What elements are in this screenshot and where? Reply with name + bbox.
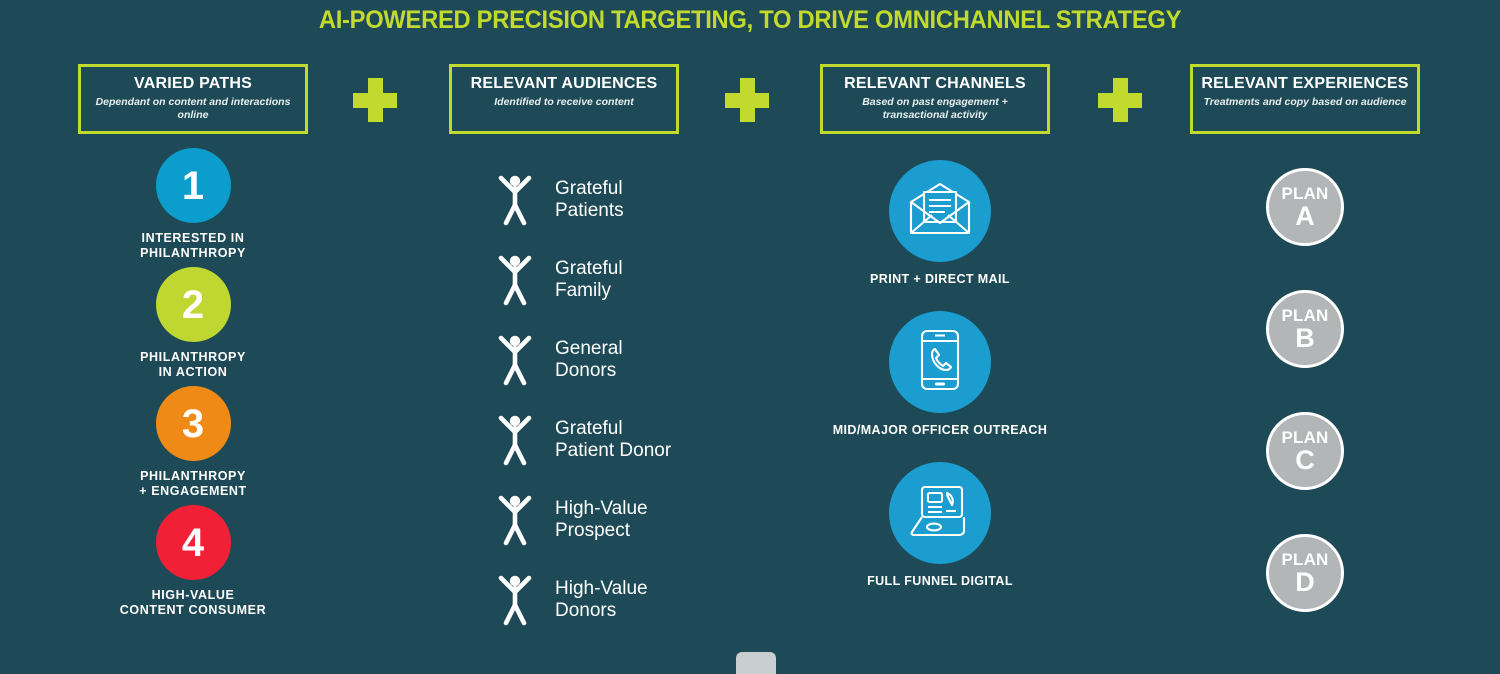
plan-word: PLAN — [1281, 183, 1329, 203]
header-box-relevant-experiences: RELEVANT EXPERIENCES Treatments and copy… — [1190, 64, 1420, 134]
audience-label: High-Value Prospect — [555, 498, 648, 541]
channel-item: FULL FUNNEL DIGITAL — [800, 462, 1080, 588]
header-subtitle: Identified to receive content — [494, 95, 634, 108]
relevant-experiences-column: PLAN A PLAN B PLAN C PLAN D — [1190, 168, 1420, 656]
plan-badge: PLAN D — [1266, 534, 1344, 612]
person-raised-arms-icon — [495, 250, 541, 311]
header-box-relevant-audiences: RELEVANT AUDIENCES Identified to receive… — [449, 64, 679, 134]
path-item: 2 PHILANTHROPY IN ACTION — [78, 267, 308, 380]
header-subtitle: Treatments and copy based on audience — [1203, 95, 1407, 108]
person-raised-arms-icon — [495, 170, 541, 231]
plan-word: PLAN — [1281, 305, 1329, 325]
channel-item: MID/MAJOR OFFICER OUTREACH — [800, 311, 1080, 437]
path-item: 4 HIGH-VALUE CONTENT CONSUMER — [78, 505, 308, 618]
person-raised-arms-icon — [495, 410, 541, 471]
person-raised-arms-icon — [495, 330, 541, 391]
plan-badge: PLAN B — [1266, 290, 1344, 368]
page-title: AI-POWERED PRECISION TARGETING, TO DRIVE… — [318, 6, 1182, 34]
plan-letter: C — [1295, 444, 1315, 475]
header-title: RELEVANT AUDIENCES — [470, 75, 658, 92]
person-raised-arms-icon — [495, 490, 541, 551]
plan-word: PLAN — [1281, 427, 1329, 447]
plan-word: PLAN — [1281, 549, 1329, 569]
audience-label: Grateful Patient Donor — [555, 418, 672, 461]
audience-item: Grateful Patient Donor — [495, 400, 795, 480]
relevant-audiences-column: Grateful Patients Grateful Family Genera… — [495, 160, 795, 640]
header-title: VARIED PATHS — [134, 75, 252, 92]
path-label: PHILANTHROPY + ENGAGEMENT — [139, 469, 247, 498]
header-subtitle: Based on past engagement + transactional… — [862, 95, 1008, 121]
audience-label: Grateful Family — [555, 258, 623, 301]
path-label: INTERESTED IN PHILANTHROPY — [140, 231, 246, 260]
plan-letter: B — [1295, 322, 1315, 353]
header-box-relevant-channels: RELEVANT CHANNELS Based on past engageme… — [820, 64, 1050, 134]
channel-item: PRINT + DIRECT MAIL — [800, 160, 1080, 286]
step-number-circle: 3 — [155, 386, 231, 461]
person-raised-arms-icon — [495, 570, 541, 631]
channel-label: MID/MAJOR OFFICER OUTREACH — [832, 423, 1048, 437]
plan-item: PLAN B — [1190, 290, 1420, 368]
audience-item: Grateful Patients — [495, 160, 795, 240]
path-item: 1 INTERESTED IN PHILANTHROPY — [78, 148, 308, 261]
plan-item: PLAN D — [1190, 534, 1420, 612]
channel-label: PRINT + DIRECT MAIL — [870, 272, 1010, 286]
channel-icon-badge — [889, 462, 991, 564]
plan-item: PLAN A — [1190, 168, 1420, 246]
step-number-circle: 4 — [155, 505, 231, 580]
laptop-icon — [909, 484, 971, 543]
path-label: PHILANTHROPY IN ACTION — [140, 350, 246, 379]
header-title: RELEVANT CHANNELS — [844, 75, 1026, 92]
bottom-partial-shape — [736, 652, 776, 674]
plan-letter: D — [1295, 566, 1315, 597]
audience-item: Grateful Family — [495, 240, 795, 320]
audience-item: High-Value Donors — [495, 560, 795, 640]
audience-label: General Donors — [555, 338, 623, 381]
mobile-phone-call-icon — [917, 329, 963, 396]
audience-item: General Donors — [495, 320, 795, 400]
channel-label: FULL FUNNEL DIGITAL — [867, 574, 1013, 588]
step-number-circle: 2 — [155, 267, 231, 342]
path-item: 3 PHILANTHROPY + ENGAGEMENT — [78, 386, 308, 499]
step-number-circle: 1 — [155, 148, 231, 223]
plan-letter: A — [1295, 200, 1315, 231]
plus-icon — [725, 78, 769, 122]
plus-icon — [1098, 78, 1142, 122]
plan-badge: PLAN C — [1266, 412, 1344, 490]
audience-item: High-Value Prospect — [495, 480, 795, 560]
path-label: HIGH-VALUE CONTENT CONSUMER — [119, 588, 267, 617]
header-subtitle: Dependant on content and interactions on… — [95, 95, 291, 121]
header-title: RELEVANT EXPERIENCES — [1201, 75, 1409, 92]
relevant-channels-column: PRINT + DIRECT MAIL MID/MAJOR OFFICER OU… — [800, 160, 1080, 613]
channel-icon-badge — [889, 160, 991, 262]
varied-paths-column: 1 INTERESTED IN PHILANTHROPY 2 PHILANTHR… — [78, 148, 308, 624]
header-box-varied-paths: VARIED PATHS Dependant on content and in… — [78, 64, 308, 134]
open-envelope-letter-icon — [909, 182, 971, 241]
infographic-canvas: AI-POWERED PRECISION TARGETING, TO DRIVE… — [0, 0, 1500, 674]
audience-label: High-Value Donors — [555, 578, 648, 621]
plan-item: PLAN C — [1190, 412, 1420, 490]
plus-icon — [353, 78, 397, 122]
audience-label: Grateful Patients — [555, 178, 624, 221]
channel-icon-badge — [889, 311, 991, 413]
plan-badge: PLAN A — [1266, 168, 1344, 246]
